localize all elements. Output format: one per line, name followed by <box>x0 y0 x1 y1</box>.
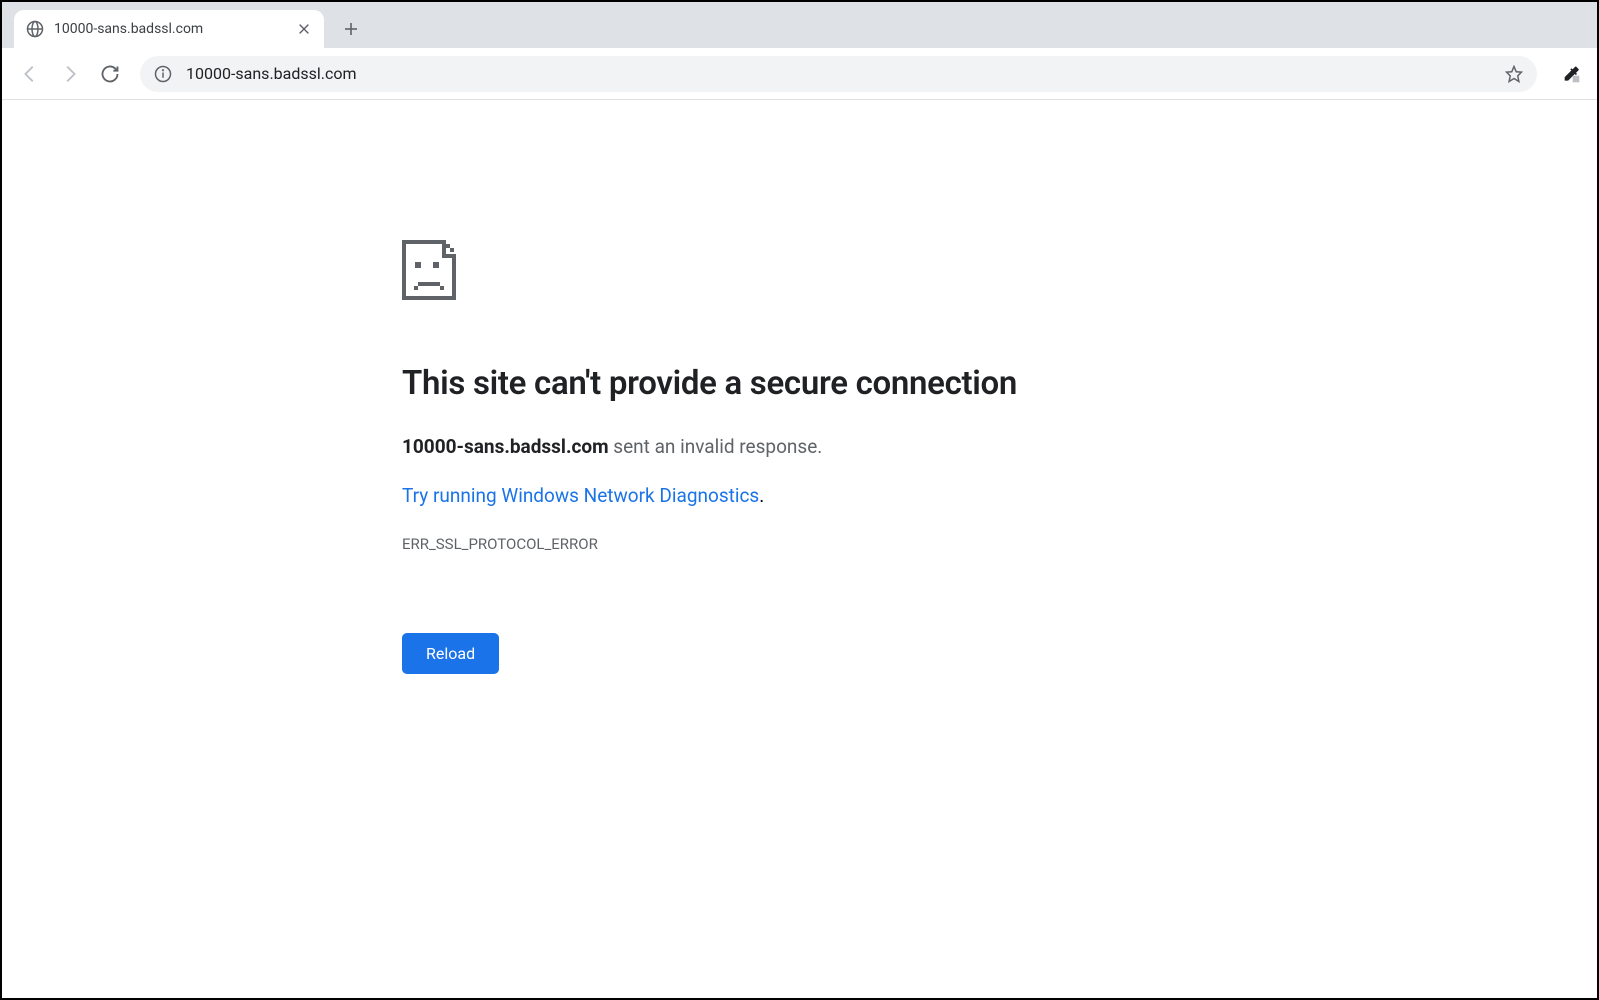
sad-page-icon <box>402 240 1597 304</box>
tab-title: 10000-sans.badssl.com <box>54 21 290 37</box>
forward-button[interactable] <box>52 56 88 92</box>
close-icon[interactable] <box>296 21 312 37</box>
error-host: 10000-sans.badssl.com <box>402 435 609 458</box>
browser-tab[interactable]: 10000-sans.badssl.com <box>14 10 324 48</box>
address-bar[interactable]: 10000-sans.badssl.com <box>140 56 1537 92</box>
back-button[interactable] <box>12 56 48 92</box>
error-page: This site can't provide a secure connect… <box>2 100 1597 674</box>
error-code: ERR_SSL_PROTOCOL_ERROR <box>402 535 1597 553</box>
globe-icon <box>26 20 44 38</box>
info-icon[interactable] <box>154 65 172 83</box>
diagnostics-period: . <box>759 484 764 507</box>
browser-chrome: 10000-sans.badssl.com <box>2 2 1597 100</box>
url-text: 10000-sans.badssl.com <box>186 64 1505 83</box>
reload-button[interactable] <box>92 56 128 92</box>
error-message-suffix: sent an invalid response. <box>609 435 823 458</box>
diagnostics-line: Try running Windows Network Diagnostics. <box>402 484 1597 507</box>
toolbar: 10000-sans.badssl.com <box>2 48 1597 100</box>
error-message: 10000-sans.badssl.com sent an invalid re… <box>402 435 1597 458</box>
new-tab-button[interactable] <box>336 14 366 44</box>
reload-page-button[interactable]: Reload <box>402 633 499 674</box>
star-icon[interactable] <box>1505 65 1523 83</box>
eyedropper-icon[interactable] <box>1555 58 1587 90</box>
error-heading: This site can't provide a secure connect… <box>402 364 1597 403</box>
diagnostics-link[interactable]: Try running Windows Network Diagnostics <box>402 484 759 507</box>
tab-bar: 10000-sans.badssl.com <box>2 2 1597 48</box>
